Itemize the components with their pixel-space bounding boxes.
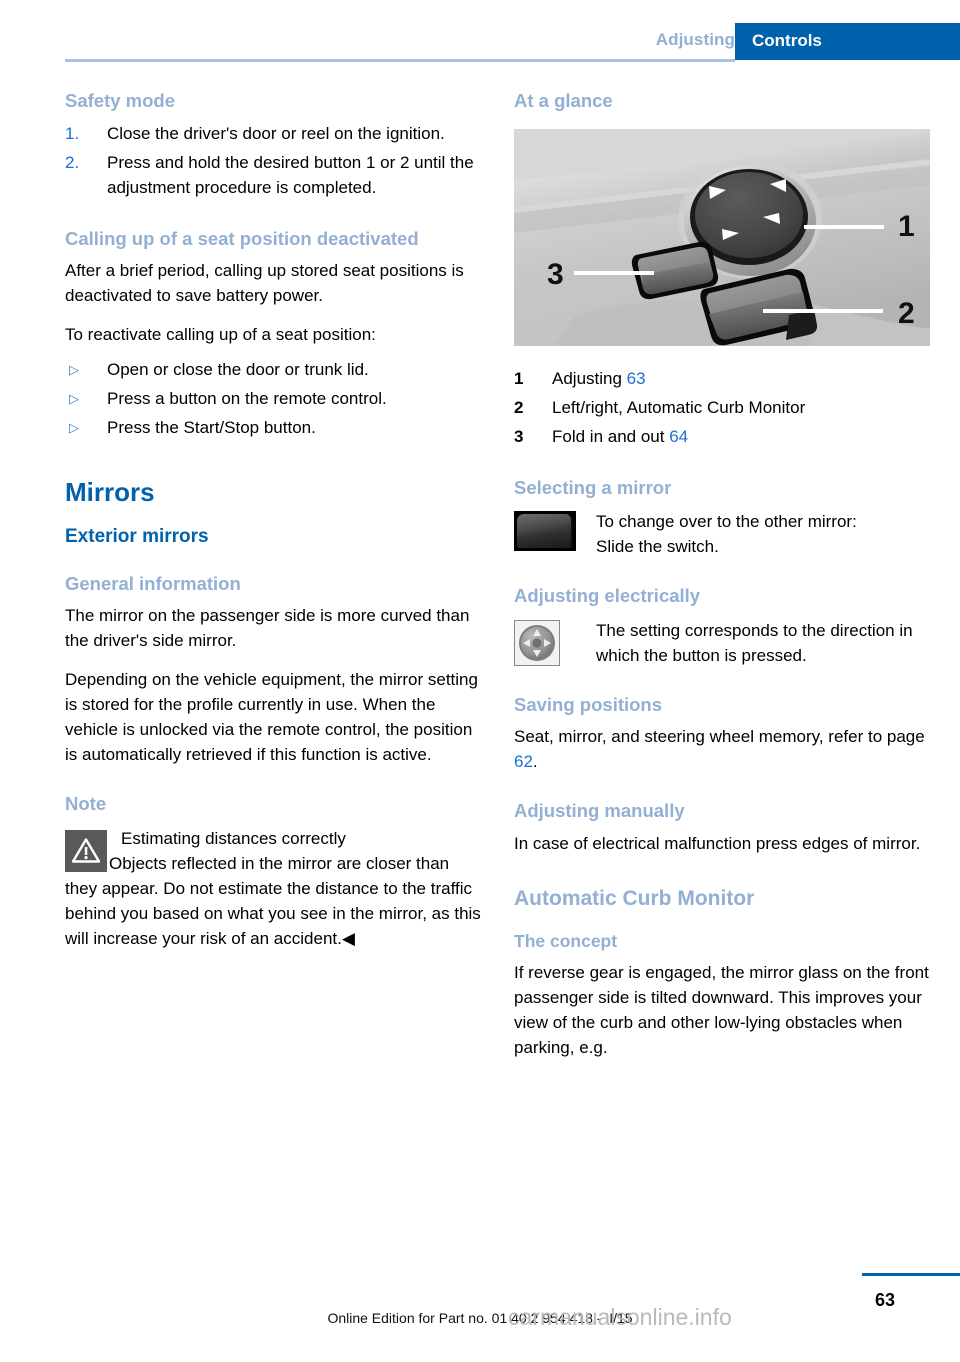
paragraph-calling-up-1: After a brief period, calling up stored …: [65, 261, 464, 306]
note-title: Estimating distances correctly: [121, 828, 346, 848]
heading-the-concept: The concept: [514, 931, 618, 951]
legend-page-ref[interactable]: 63: [627, 369, 646, 388]
triangle-bullet-icon: ▷: [69, 362, 79, 378]
triangle-bullet-icon: ▷: [69, 420, 79, 436]
heading-saving-positions: Saving positions: [514, 693, 663, 715]
heading-mirrors: Mirrors: [65, 477, 155, 508]
paragraph-adjusting-manually: In case of electrical malfunction press …: [514, 833, 921, 853]
heading-at-a-glance: At a glance: [514, 90, 613, 111]
mirror-control-illustration: 1 2 3: [514, 128, 930, 346]
list-item-bullet-2: ▷ Press a button on the remote control.: [65, 386, 481, 411]
legend-label: Adjusting: [552, 368, 622, 388]
paragraph-saving-positions: Seat, mirror, and steering wheel memory,…: [514, 724, 930, 774]
page-footer: 63 Online Edition for Part no. 01 40 2 9…: [0, 1272, 960, 1362]
heading-note: Note: [65, 793, 107, 815]
legend-number: 3: [514, 426, 524, 446]
left-column: Safety mode 1. Close the driver's door o…: [65, 90, 481, 951]
heading-automatic-curb-monitor: Automatic Curb Monitor: [514, 886, 755, 910]
list-item-bullet-3: ▷ Press the Start/Stop button.: [65, 415, 481, 440]
right-column: At a glance 1 2 3 1 Adjusting 63 2 Left/…: [514, 90, 930, 1060]
watermark-text: carmanualsonline.info: [508, 1304, 732, 1330]
heading-adjusting-manually: Adjusting manually: [514, 800, 685, 822]
note-body-text: Objects reflected in the mirror are clos…: [65, 853, 481, 948]
header-chapter-label: Adjusting: [655, 30, 735, 49]
svg-text:1: 1: [898, 210, 915, 243]
step-number: 2.: [65, 152, 80, 172]
bullet-text: Press a button on the remote control.: [107, 389, 387, 409]
legend-item-1: 1 Adjusting 63: [514, 364, 930, 393]
svg-text:3: 3: [547, 258, 564, 291]
paragraph-calling-up-2: To reactivate calling up of a seat posit…: [65, 325, 376, 345]
heading-selecting-a-mirror: Selecting a mirror: [514, 476, 672, 498]
saving-positions-page-ref[interactable]: 62: [514, 752, 533, 771]
selecting-mirror-block: To change over to the other mirror: Slid…: [514, 509, 930, 559]
saving-positions-text: Seat, mirror, and steering wheel memory,…: [514, 727, 925, 747]
adjusting-electrically-block: The setting corresponds to the direction…: [514, 618, 930, 668]
header-section-block: Controls: [735, 23, 960, 60]
page-header: Adjusting Controls: [0, 0, 960, 62]
heading-safety-mode: Safety mode: [65, 90, 176, 111]
footer-divider: [862, 1273, 960, 1276]
heading-adjusting-electrically: Adjusting electrically: [514, 585, 701, 607]
bullet-text: Open or close the door or trunk lid.: [107, 360, 369, 380]
adjusting-electrically-body: The setting corresponds to the direction…: [596, 620, 913, 665]
heading-general-information: General information: [65, 572, 241, 594]
triangle-bullet-icon: ▷: [69, 391, 79, 407]
footer-edition-text: Online Edition for Part no. 01 40 2 954 …: [327, 1310, 633, 1326]
slide-switch-icon: [514, 511, 576, 552]
header-section-label: Controls: [752, 31, 822, 50]
legend-number: 1: [514, 368, 524, 388]
legend-number: 2: [514, 397, 524, 417]
four-way-pad-icon: [514, 619, 560, 666]
list-item-bullet-1: ▷ Open or close the door or trunk lid.: [65, 357, 481, 382]
heading-exterior-mirrors: Exterior mirrors: [65, 526, 209, 548]
note-end-marker: ◀: [341, 928, 355, 948]
legend-label: Fold in and out: [552, 426, 665, 446]
step-text: Press and hold the desired button 1 or 2…: [107, 152, 474, 197]
warning-icon: [65, 829, 107, 872]
selecting-mirror-line-2: Slide the switch.: [596, 537, 719, 557]
note-title-line: Estimating distances correctly: [65, 826, 481, 872]
legend-item-3: 3 Fold in and out 64: [514, 422, 930, 451]
paragraph-the-concept: If reverse gear is engaged, the mirror g…: [514, 963, 929, 1058]
page-number: 63: [874, 1290, 896, 1310]
selecting-mirror-line-1: To change over to the other mirror:: [596, 512, 857, 532]
list-item-step-2: 2. Press and hold the desired button 1 o…: [65, 150, 481, 200]
legend-item-2: 2 Left/right, Automatic Curb Monitor: [514, 393, 930, 422]
note-body: Objects reflected in the mirror are clos…: [65, 851, 481, 951]
legend-page-ref[interactable]: 64: [669, 427, 688, 446]
note-block: Estimating distances correctly Objects r…: [65, 826, 481, 951]
saving-positions-period: .: [532, 752, 538, 772]
step-number: 1.: [65, 123, 80, 143]
bullet-text: Press the Start/Stop button.: [107, 418, 316, 438]
header-divider: [65, 59, 735, 62]
paragraph-general-info-2: Depending on the vehicle equipment, the …: [65, 670, 478, 765]
heading-calling-up-deactivated: Calling up of a seat position deactivate…: [65, 227, 419, 249]
step-text: Close the driver's door or reel on the i…: [107, 123, 445, 143]
list-item-step-1: 1. Close the driver's door or reel on th…: [65, 121, 481, 146]
paragraph-general-info-1: The mirror on the passenger side is more…: [65, 606, 470, 651]
svg-text:2: 2: [898, 297, 915, 330]
legend-label: Left/right, Automatic Curb Monitor: [552, 397, 806, 417]
